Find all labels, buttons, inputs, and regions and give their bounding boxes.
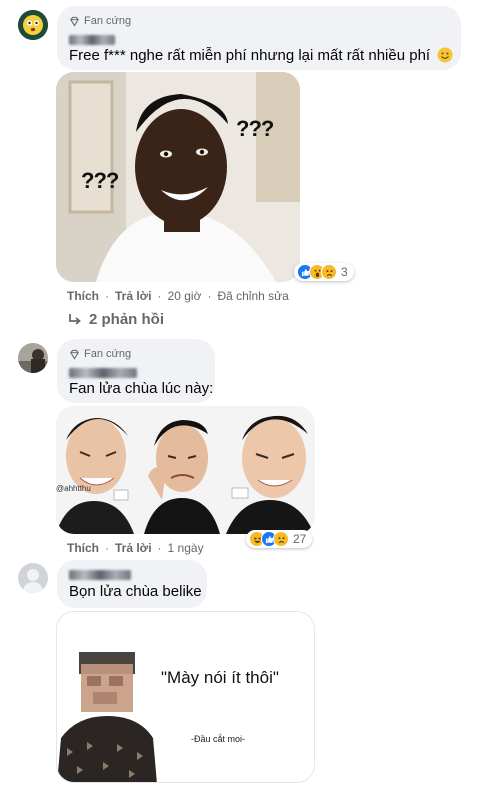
comment-text: Free f*** nghe rất miễn phí nhưng lại mấ… (69, 46, 453, 66)
question-marks-label: ??? (81, 168, 119, 193)
reaction-summary[interactable]: 27 (246, 530, 312, 548)
timestamp[interactable]: 20 giờ (168, 289, 202, 303)
separator: · (105, 289, 109, 303)
separator: · (207, 289, 212, 303)
comment-text: Fan lửa chùa lúc này: (69, 380, 214, 397)
crying-guys-collage (56, 406, 315, 534)
badge-label: Fan cứng (84, 15, 132, 27)
comment-actions: Thích · Trả lời · 20 giờ · Đã chỉnh sửa (67, 289, 289, 303)
sad-icon (273, 531, 289, 547)
reaction-count: 27 (293, 532, 307, 546)
comment-bubble: Fan cứng Fan lửa chùa lúc này: (57, 339, 215, 403)
question-marks-label: ??? (236, 116, 274, 141)
watermark-text: @ahhtthu (56, 484, 91, 493)
edited-label: Đã chỉnh sửa (217, 289, 289, 303)
commenter-name[interactable] (69, 567, 195, 580)
reaction-count: 3 (341, 265, 348, 279)
like-link[interactable]: Thích (67, 541, 99, 555)
comment-actions: Thích · Trả lời · 1 ngày (67, 541, 204, 555)
separator: · (157, 541, 162, 555)
commenter-name[interactable] (69, 32, 449, 45)
default-avatar-icon (18, 563, 48, 593)
top-fan-badge: Fan cứng (69, 347, 203, 361)
avatar[interactable] (18, 343, 48, 373)
blurred-man-photo (57, 652, 157, 782)
reply-link[interactable]: Trả lời (115, 541, 152, 555)
comment-image[interactable]: @ahhtthu (56, 406, 315, 534)
separator: · (105, 541, 109, 555)
smile-emoji-icon (437, 47, 453, 63)
avatar[interactable] (18, 563, 48, 593)
avatar-face-icon (18, 10, 48, 40)
avatar[interactable] (18, 10, 48, 40)
meme-caption-text: -Đầu cắt moi- (191, 734, 246, 744)
like-link[interactable]: Thích (67, 289, 99, 303)
view-replies-link[interactable]: 2 phản hồi (67, 311, 164, 328)
reply-arrow-icon (69, 313, 81, 325)
separator: · (157, 289, 162, 303)
comment-image[interactable]: ??? ??? (56, 72, 300, 282)
avatar-photo (18, 343, 48, 373)
comment-bubble: Bọn lửa chùa belike (57, 560, 207, 608)
timestamp[interactable]: 1 ngày (168, 541, 204, 555)
reaction-summary[interactable]: 3 (294, 263, 354, 281)
meme-quote-text: "Mày nói ít thôi" (161, 668, 279, 687)
diamond-icon (70, 16, 79, 27)
commenter-name[interactable] (69, 365, 203, 378)
badge-label: Fan cứng (84, 348, 132, 360)
comment-image[interactable]: "Mày nói ít thôi" -Đầu cắt moi- (56, 611, 315, 783)
top-fan-badge: Fan cứng (69, 14, 449, 28)
comment-bubble: Fan cứng Free f*** nghe rất miễn phí như… (57, 6, 461, 70)
reply-link[interactable]: Trả lời (115, 289, 152, 303)
comment-text: Bọn lửa chùa belike (69, 583, 202, 600)
sad-icon (321, 264, 337, 280)
diamond-icon (70, 349, 79, 360)
